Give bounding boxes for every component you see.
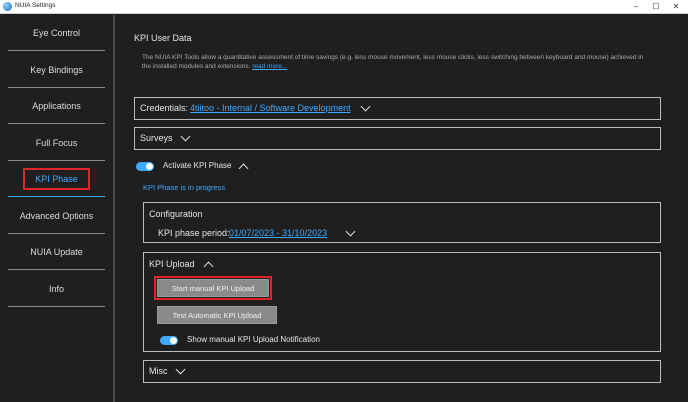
- title-bar: NUIA Settings – ☐ ✕: [0, 0, 688, 14]
- activate-kpi-label: Activate KPI Phase: [163, 161, 232, 170]
- kpi-status-text: KPI Phase is in progress: [143, 183, 226, 192]
- configuration-panel: Configuration KPI phase period: 01/07/20…: [143, 202, 661, 243]
- kpi-period-link[interactable]: 01/07/2023 - 31/10/2023: [229, 228, 327, 238]
- sidebar-item-label: Info: [48, 284, 64, 294]
- sidebar-item-label: Eye Control: [32, 28, 81, 38]
- intro-text: The NUIA KPI Tools allow a quantitative …: [142, 53, 654, 71]
- kpi-upload-panel: KPI Upload Start manual KPI Upload Test …: [143, 252, 661, 352]
- misc-panel[interactable]: Misc: [143, 360, 661, 383]
- chevron-down-icon[interactable]: [180, 131, 191, 142]
- page-title: KPI User Data: [134, 33, 192, 43]
- read-more-link[interactable]: read more...: [252, 63, 287, 70]
- misc-label: Misc: [149, 366, 168, 376]
- sidebar-item-label: Advanced Options: [19, 211, 94, 221]
- sidebar-item-full-focus[interactable]: Full Focus: [8, 125, 105, 161]
- sidebar-item-label: KPI Phase: [23, 168, 90, 190]
- sidebar-item-eye-control[interactable]: Eye Control: [8, 15, 105, 51]
- main-content: KPI User Data The NUIA KPI Tools allow a…: [118, 15, 688, 402]
- credentials-label: Credentials:: [140, 103, 189, 113]
- maximize-button[interactable]: ☐: [649, 1, 663, 13]
- activate-kpi-toggle[interactable]: [136, 162, 154, 171]
- sidebar-item-label: Key Bindings: [30, 65, 83, 75]
- window-title: NUIA Settings: [15, 2, 56, 9]
- sidebar-item-applications[interactable]: Applications: [8, 88, 105, 124]
- sidebar-item-info[interactable]: Info: [8, 271, 105, 307]
- app-icon: [3, 2, 12, 11]
- sidebar-item-label: Full Focus: [35, 138, 78, 148]
- sidebar-item-key-bindings[interactable]: Key Bindings: [8, 52, 105, 88]
- sidebar-item-label: NUIA Update: [30, 247, 83, 257]
- chevron-down-icon[interactable]: [360, 101, 371, 112]
- show-notification-toggle[interactable]: [160, 336, 178, 345]
- surveys-label: Surveys: [140, 133, 173, 143]
- credentials-panel[interactable]: Credentials: 4tiitoo - Internal / Softwa…: [134, 97, 661, 120]
- intro-description: The NUIA KPI Tools allow a quantitative …: [142, 54, 644, 70]
- minimize-button[interactable]: –: [629, 1, 643, 13]
- show-notification-label: Show manual KPI Upload Notification: [187, 335, 320, 344]
- sidebar-item-label: Applications: [32, 101, 81, 111]
- chevron-up-icon[interactable]: [238, 163, 249, 174]
- start-manual-upload-button[interactable]: Start manual KPI Upload: [157, 279, 269, 297]
- kpi-upload-title: KPI Upload: [149, 259, 195, 269]
- surveys-panel[interactable]: Surveys: [134, 127, 661, 150]
- sidebar: Eye Control Key Bindings Applications Fu…: [0, 15, 115, 402]
- chevron-up-icon[interactable]: [203, 261, 214, 272]
- credentials-value-link[interactable]: 4tiitoo - Internal / Software Developmen…: [190, 103, 351, 113]
- close-button[interactable]: ✕: [669, 1, 683, 13]
- sidebar-item-nuia-update[interactable]: NUIA Update: [8, 234, 105, 270]
- kpi-period-label: KPI phase period:: [158, 228, 230, 238]
- chevron-down-icon[interactable]: [345, 226, 356, 237]
- chevron-down-icon[interactable]: [175, 364, 186, 375]
- configuration-title: Configuration: [149, 209, 203, 219]
- sidebar-item-kpi-phase[interactable]: KPI Phase: [8, 161, 105, 197]
- sidebar-item-advanced-options[interactable]: Advanced Options: [8, 198, 105, 234]
- test-automatic-upload-button[interactable]: Test Automatic KPI Upload: [157, 306, 277, 324]
